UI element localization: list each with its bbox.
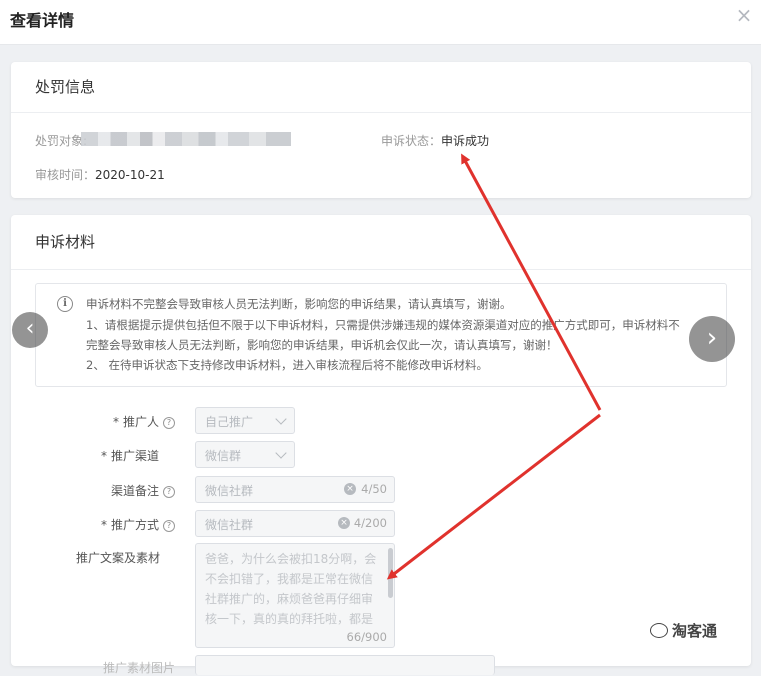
copy-material-label: 推广文案及素材 (75, 551, 160, 565)
appeal-materials-card: 申诉材料 i 申诉材料不完整会导致审核人员无法判断，影响您的申诉结果，请认真填写… (11, 215, 751, 675)
promo-method-label: * 推广方式? (45, 516, 175, 533)
notice-line-4: 2、 在待申诉状态下支持修改申诉材料，进入审核流程后将不能修改申诉材料。 (86, 358, 488, 372)
notice-box: i 申诉材料不完整会导致审核人员无法判断，影响您的申诉结果，请认真填写，谢谢。 … (35, 283, 727, 387)
appeal-status-label: 申诉状态： (381, 134, 442, 148)
redacted-target-value (81, 132, 291, 146)
help-icon[interactable]: ? (163, 520, 175, 532)
clear-icon[interactable]: × (338, 517, 350, 529)
channel-note-label: 渠道备注? (45, 482, 175, 499)
channel-note-input[interactable]: 微信社群 × 4/50 (195, 476, 395, 503)
appeal-status-row: 申诉状态：申诉成功 (381, 132, 489, 149)
notice-line-3: 完整会导致审核人员无法判断，影响您的申诉结果，申诉机会仅此一次，请认真填写，谢谢… (86, 338, 558, 352)
penalty-info-card: 处罚信息 处罚对象: 申诉状态：申诉成功 审核时间：2020-10-21 (11, 62, 751, 198)
char-count: 4/50 (361, 482, 387, 496)
channel-label: * 推广渠道 (100, 449, 159, 463)
required-mark: * (112, 415, 119, 429)
dialog-header: 查看详情 × (0, 0, 761, 45)
penalty-target-row: 处罚对象: (35, 132, 87, 149)
textarea-scrollbar[interactable] (388, 548, 393, 598)
notice-line-2: 1、请根据提示提供包括但不限于以下申诉材料，只需提供涉嫌违规的媒体资源渠道对应的… (86, 318, 680, 332)
promo-method-input[interactable]: 微信社群 × 4/200 (195, 510, 395, 537)
close-icon[interactable]: × (735, 5, 753, 25)
help-icon[interactable]: ? (163, 417, 175, 429)
notice-line-1: 申诉材料不完整会导致审核人员无法判断，影响您的申诉结果，请认真填写，谢谢。 (86, 297, 512, 311)
help-icon[interactable]: ? (163, 486, 175, 498)
copy-material-textarea[interactable]: 爸爸，为什么会被扣18分啊，会 不会扣错了，我都是正常在微信 社群推广的，麻烦爸… (195, 543, 395, 648)
chevron-left-icon[interactable]: ‹ (12, 312, 48, 348)
next-field-label: 推广素材图片 (102, 661, 175, 675)
required-mark: * (100, 449, 107, 463)
char-count: 66/900 (346, 630, 387, 644)
review-time-value: 2020-10-21 (95, 168, 165, 182)
chevron-down-icon (275, 413, 287, 425)
char-count: 4/200 (353, 516, 387, 530)
promoter-label: * 推广人? (45, 413, 175, 430)
chevron-right-icon[interactable]: › (689, 316, 735, 362)
promoter-select[interactable]: 自己推广 (195, 407, 295, 434)
materials-card-title: 申诉材料 (11, 215, 751, 270)
dialog-title: 查看详情 (10, 11, 75, 30)
chevron-down-icon (275, 447, 287, 459)
penalty-target-label: 处罚对象: (35, 134, 88, 148)
wechat-icon (650, 623, 668, 638)
review-time-label: 审核时间： (35, 168, 96, 182)
required-mark: * (100, 518, 107, 532)
channel-select[interactable]: 微信群 (195, 441, 295, 468)
review-time-row: 审核时间：2020-10-21 (35, 166, 165, 183)
watermark: 淘客通 (650, 620, 717, 641)
appeal-status-value: 申诉成功 (441, 134, 490, 148)
clear-icon[interactable]: × (344, 483, 356, 495)
info-icon: i (57, 296, 73, 312)
next-field-input[interactable] (195, 655, 495, 675)
penalty-card-title: 处罚信息 (11, 62, 751, 113)
